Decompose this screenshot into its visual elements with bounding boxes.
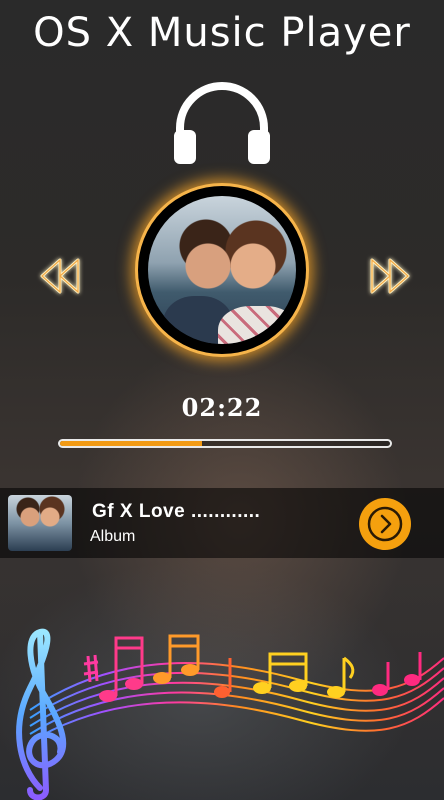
rewind-button[interactable] <box>36 254 84 298</box>
album-art-image <box>148 196 296 344</box>
seek-bar[interactable] <box>58 439 392 448</box>
seek-bar-fill <box>60 441 202 446</box>
play-button[interactable] <box>359 498 411 550</box>
now-playing-thumbnail <box>8 495 72 551</box>
album-art-disc <box>135 183 309 357</box>
song-title: Gf X Love ............ <box>92 501 261 522</box>
elapsed-time: 02:22 <box>181 393 263 422</box>
app-title: OS X Music Player <box>33 10 411 56</box>
song-album: Album <box>90 528 136 545</box>
rewind-icon <box>40 258 80 294</box>
fast-forward-icon <box>370 258 410 294</box>
play-circle-icon <box>367 506 403 542</box>
music-notes-decoration <box>16 628 444 800</box>
fast-forward-button[interactable] <box>366 254 414 298</box>
headphones-icon <box>174 82 270 164</box>
now-playing-bar[interactable]: Gf X Love ............ Album <box>0 488 444 558</box>
